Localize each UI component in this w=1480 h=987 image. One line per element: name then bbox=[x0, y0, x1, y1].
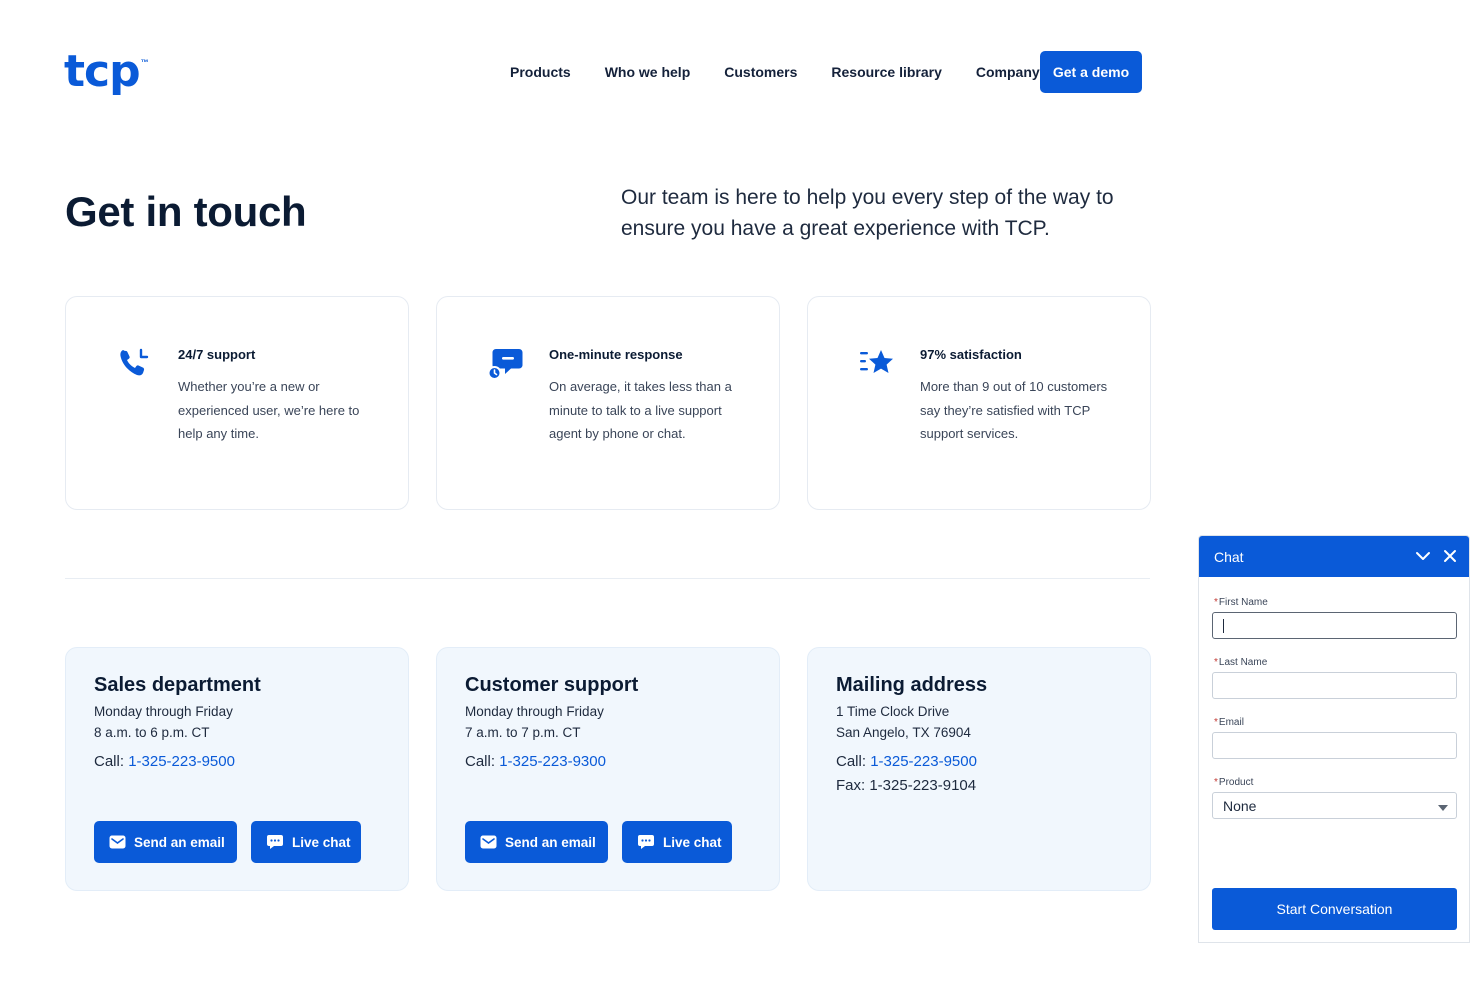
card-title: Customer support bbox=[465, 674, 639, 696]
first-name-input[interactable] bbox=[1212, 612, 1457, 639]
sales-send-email-button[interactable]: Send an email bbox=[94, 821, 237, 863]
button-label: Send an email bbox=[505, 834, 596, 850]
call-label: Call: bbox=[94, 753, 129, 770]
required-mark: * bbox=[1214, 597, 1218, 608]
logo-text: tcp bbox=[64, 46, 141, 97]
address-street: 1 Time Clock Drive bbox=[836, 704, 950, 719]
product-selected-value: None bbox=[1223, 797, 1257, 814]
field-label-text: Email bbox=[1218, 717, 1244, 728]
sales-phone-link[interactable]: 1-325-223-9500 bbox=[128, 753, 235, 770]
phone-clock-icon bbox=[120, 348, 149, 376]
field-label-text: Product bbox=[1218, 777, 1254, 788]
mailing-phone-link[interactable]: 1-325-223-9500 bbox=[870, 753, 977, 770]
nav-resource-library[interactable]: Resource library bbox=[831, 64, 942, 80]
card-call: Call: 1-325-223-9500 bbox=[836, 753, 977, 770]
text-cursor bbox=[1223, 619, 1224, 633]
star-icon bbox=[860, 350, 893, 373]
card-fax: Fax: 1-325-223-9104 bbox=[836, 777, 977, 794]
feature-card-support: 24/7 support Whether you’re a new or exp… bbox=[65, 296, 409, 510]
email-label: *Email bbox=[1214, 717, 1244, 728]
email-input[interactable] bbox=[1212, 732, 1457, 759]
required-mark: * bbox=[1214, 717, 1218, 728]
sales-department-card: Sales department Monday through Friday 8… bbox=[65, 647, 409, 891]
hero-subtitle: Our team is here to help you every step … bbox=[621, 186, 1114, 240]
card-title: Mailing address bbox=[836, 674, 988, 696]
button-label: Send an email bbox=[134, 834, 225, 850]
first-name-label: *First Name bbox=[1214, 597, 1268, 608]
card-call: Call: 1-325-223-9300 bbox=[465, 753, 606, 770]
card-call: Call: 1-325-223-9500 bbox=[94, 753, 235, 770]
feature-card-response: One-minute response On average, it takes… bbox=[436, 296, 780, 510]
chat-icon bbox=[638, 835, 654, 849]
feature-description: More than 9 out of 10 customers say they… bbox=[920, 379, 1108, 442]
get-a-demo-button[interactable]: Get a demo bbox=[1040, 51, 1142, 93]
envelope-icon bbox=[480, 835, 497, 849]
chat-widget: Chat *First Name *Last Name *Email *Prod… bbox=[1198, 535, 1470, 943]
feature-card-satisfaction: 97% satisfaction More than 9 out of 10 c… bbox=[807, 296, 1151, 510]
card-title: Sales department bbox=[94, 674, 261, 696]
last-name-input[interactable] bbox=[1212, 672, 1457, 699]
chat-bubble-icon bbox=[487, 349, 523, 380]
button-label: Live chat bbox=[663, 834, 722, 850]
dropdown-caret-icon bbox=[1438, 805, 1448, 811]
main-nav: Products Who we help Customers Resource … bbox=[510, 51, 1142, 93]
section-divider bbox=[65, 578, 1150, 579]
support-live-chat-button[interactable]: Live chat bbox=[622, 821, 732, 863]
sales-live-chat-button[interactable]: Live chat bbox=[251, 821, 361, 863]
nav-products[interactable]: Products bbox=[510, 64, 571, 80]
chat-header: Chat bbox=[1199, 536, 1469, 577]
field-label-text: Last Name bbox=[1218, 657, 1268, 668]
nav-customers[interactable]: Customers bbox=[724, 64, 797, 80]
close-icon[interactable] bbox=[1443, 549, 1457, 563]
call-label: Call: bbox=[836, 753, 871, 770]
field-label-text: First Name bbox=[1218, 597, 1268, 608]
tcp-logo[interactable]: tcp ™ bbox=[64, 50, 149, 94]
chat-title: Chat bbox=[1214, 548, 1244, 565]
start-conversation-button[interactable]: Start Conversation bbox=[1212, 888, 1457, 930]
logo-trademark: ™ bbox=[140, 58, 149, 67]
chat-icon bbox=[267, 835, 283, 849]
feature-description: On average, it takes less than a minute … bbox=[549, 379, 732, 442]
feature-description: Whether you’re a new or experienced user… bbox=[178, 379, 360, 442]
support-send-email-button[interactable]: Send an email bbox=[465, 821, 608, 863]
product-label: *Product bbox=[1214, 777, 1253, 788]
call-label: Call: bbox=[465, 753, 500, 770]
envelope-icon bbox=[109, 835, 126, 849]
customer-support-card: Customer support Monday through Friday 7… bbox=[436, 647, 780, 891]
nav-company[interactable]: Company bbox=[976, 64, 1040, 80]
last-name-label: *Last Name bbox=[1214, 657, 1267, 668]
feature-title: 97% satisfaction bbox=[920, 347, 1022, 362]
button-label: Live chat bbox=[292, 834, 351, 850]
required-mark: * bbox=[1214, 657, 1218, 668]
page-title: Get in touch bbox=[65, 188, 307, 235]
feature-title: 24/7 support bbox=[178, 347, 256, 362]
card-hours-time: 8 a.m. to 6 p.m. CT bbox=[94, 725, 210, 740]
mailing-address-card: Mailing address 1 Time Clock Drive San A… bbox=[807, 647, 1151, 891]
chevron-down-icon[interactable] bbox=[1415, 549, 1431, 563]
feature-title: One-minute response bbox=[549, 347, 683, 362]
card-hours-days: Monday through Friday bbox=[465, 704, 604, 719]
nav-who-we-help[interactable]: Who we help bbox=[605, 64, 691, 80]
support-phone-link[interactable]: 1-325-223-9300 bbox=[499, 753, 606, 770]
card-hours-days: Monday through Friday bbox=[94, 704, 233, 719]
required-mark: * bbox=[1214, 777, 1218, 788]
product-select[interactable]: None bbox=[1212, 792, 1457, 819]
address-city: San Angelo, TX 76904 bbox=[836, 725, 971, 740]
card-hours-time: 7 a.m. to 7 p.m. CT bbox=[465, 725, 581, 740]
